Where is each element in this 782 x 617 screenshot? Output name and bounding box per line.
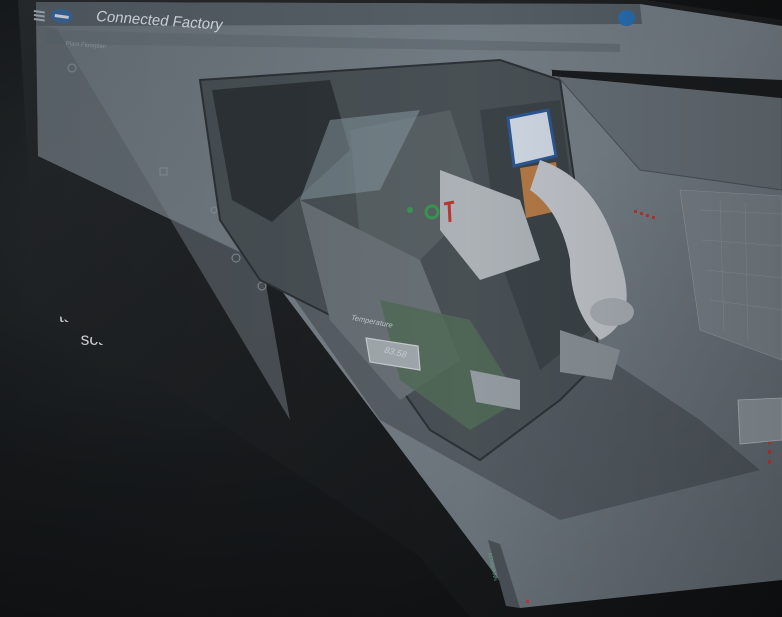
factory-floorplan <box>198 58 771 464</box>
control-panel <box>506 108 558 168</box>
nav-icon-3 <box>210 206 218 214</box>
paragraph-line: applica- <box>98 212 160 233</box>
nav-icon-1 <box>67 63 77 73</box>
paragraph-line: ulations, auto- <box>50 142 160 163</box>
paragraph-line: arty systems. <box>56 236 160 257</box>
paragraph-line: tailored func- <box>58 305 160 326</box>
paragraph-line: mplify ongoing <box>47 282 160 303</box>
machine-3 <box>470 370 520 410</box>
temperature-label: Temperature <box>349 313 395 330</box>
breadcrumb-bar <box>46 30 620 52</box>
data-panel-header <box>552 70 782 98</box>
nav-icon-4 <box>231 253 241 263</box>
page-background: n a modern apt to evolving lt-in scripti… <box>0 0 782 617</box>
company-logo <box>51 8 73 24</box>
floorplan-room-b <box>350 110 480 260</box>
green-status-indicator <box>424 204 440 220</box>
paragraph-line: apt to evolving <box>47 96 160 117</box>
hamburger-icon <box>33 10 45 22</box>
robot-arm <box>530 160 627 340</box>
equipment-block <box>520 162 562 218</box>
machine-1 <box>440 170 540 280</box>
marketing-paragraph: n a modern apt to evolving lt-in scripti… <box>0 72 160 352</box>
paragraph-line: n a modern <box>71 73 160 93</box>
app-title: Connected Factory <box>94 8 225 34</box>
nav-icon-5 <box>257 281 267 291</box>
paragraph-line: res seamless <box>56 189 160 210</box>
floorplan-shadow <box>260 250 760 520</box>
floorplan-outer-wall <box>198 58 602 462</box>
red-alert-icon <box>443 200 455 223</box>
status-text: ACHMANNN <box>486 552 499 582</box>
paragraph-line: lt-in scripting <box>61 119 160 140</box>
alert-led-row <box>634 210 655 219</box>
user-avatar[interactable] <box>618 10 634 26</box>
data-panel <box>550 69 782 191</box>
robot-base <box>590 298 634 326</box>
nav-icon-2 <box>159 167 168 176</box>
chart-panel <box>679 189 782 361</box>
floorplan-room-a <box>212 80 350 222</box>
paragraph-line: urther acceler- <box>47 259 160 280</box>
production-zone <box>380 300 520 430</box>
alert-led-column <box>768 440 771 464</box>
temperature-value: 83.58 <box>382 345 409 360</box>
paragraph-line: scalability. <box>80 329 160 350</box>
glass-partition <box>300 110 420 200</box>
indicator-dot <box>407 207 413 213</box>
camera-thumbnail <box>737 397 782 445</box>
breadcrumb[interactable]: Plant Floorplan <box>65 41 106 50</box>
floorplan-room-c <box>300 200 460 400</box>
floorplan-room-d <box>480 100 590 370</box>
paragraph-line: d workflows, <box>63 166 160 187</box>
machine-2 <box>560 330 620 380</box>
chart-gridlines <box>699 199 782 341</box>
red-status-dot <box>526 600 529 603</box>
